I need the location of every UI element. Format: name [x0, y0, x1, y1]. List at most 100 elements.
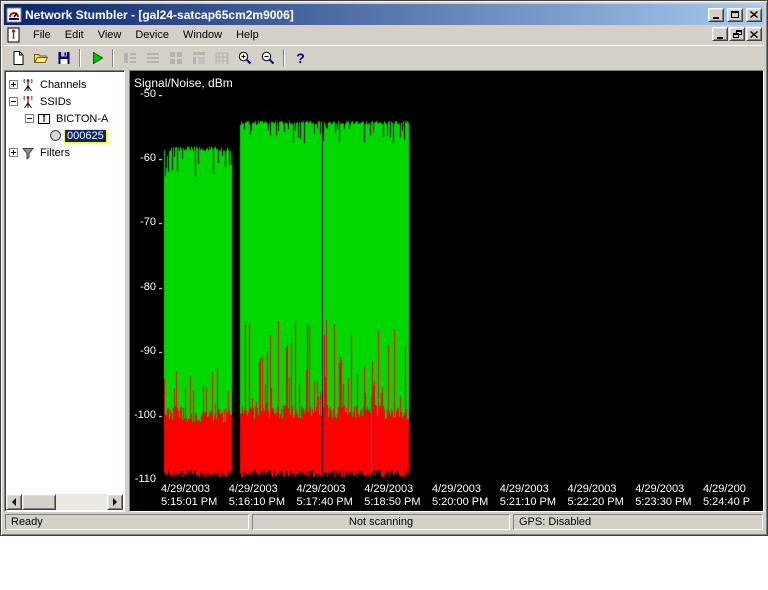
- tree-item-label: Filters: [40, 146, 70, 159]
- tree-item-label: BICTON-A: [56, 112, 109, 125]
- antenna-icon: [21, 95, 35, 109]
- scroll-left-button[interactable]: [6, 494, 22, 510]
- mdi-close-button[interactable]: [746, 27, 762, 41]
- antenna-icon: [21, 78, 35, 92]
- app-icon: [6, 7, 22, 23]
- right-arrow-icon: [113, 498, 121, 506]
- zoom-in-icon: [238, 51, 251, 65]
- expand-plus-icon[interactable]: [9, 148, 18, 157]
- scroll-right-button[interactable]: [107, 494, 123, 510]
- open-file-button[interactable]: [29, 47, 52, 69]
- mdi-restore-icon: [732, 30, 742, 38]
- mdi-window-controls: [712, 27, 762, 41]
- x-axis-tick-label: 4/29/2003 5:15:01 PM: [161, 483, 218, 508]
- view-option-2-icon: [146, 53, 159, 63]
- menu-help[interactable]: Help: [229, 27, 266, 43]
- tree-item-ssids[interactable]: SSIDs: [5, 93, 124, 110]
- save-file-icon: [58, 52, 69, 64]
- x-axis-tick-label: 4/29/2003 5:18:50 PM: [364, 483, 421, 508]
- tree-item-label: SSIDs: [40, 95, 72, 108]
- new-file-icon: [13, 51, 23, 65]
- new-file-button[interactable]: [6, 47, 29, 69]
- y-axis-tick-label: -100: [133, 408, 156, 421]
- filter-funnel-icon: [21, 146, 35, 160]
- left-arrow-icon: [8, 498, 16, 506]
- status-gps: GPS: Disabled: [513, 514, 763, 530]
- menu-device[interactable]: Device: [128, 27, 176, 43]
- y-axis-tick-label: -90: [140, 344, 156, 357]
- minimize-icon: [713, 17, 719, 19]
- y-axis-tick-label: -70: [140, 216, 156, 229]
- tree-item-filters[interactable]: Filters: [5, 144, 124, 161]
- expand-plus-icon[interactable]: [9, 80, 18, 89]
- menu-view[interactable]: View: [91, 27, 129, 43]
- collapse-minus-icon[interactable]: [9, 97, 18, 106]
- client-area: Channels SSIDs BICTON-A 000625 Filters S…: [4, 70, 764, 512]
- scan-button[interactable]: [85, 47, 108, 69]
- toolbar-separator: [112, 49, 114, 67]
- help-icon: ?: [296, 50, 305, 66]
- zoom-out-button[interactable]: [256, 47, 279, 69]
- tree-item-ssid-bicton[interactable]: BICTON-A: [5, 110, 124, 127]
- x-axis-tick-label: 4/29/2003 5:20:00 PM: [432, 483, 489, 508]
- signal-chart-panel: Signal/Noise, dBm -50 -60 -70 -80 -90 -100 -11…: [129, 70, 764, 512]
- view-option-1-button[interactable]: [118, 47, 141, 69]
- close-icon: [750, 11, 758, 18]
- menu-file[interactable]: File: [26, 27, 58, 43]
- y-axis-tick-label: -110: [134, 473, 156, 485]
- horizontal-scrollbar[interactable]: [6, 494, 123, 510]
- y-axis-tick-label: -80: [140, 280, 156, 293]
- mdi-minimize-button[interactable]: [712, 27, 728, 41]
- maximize-button[interactable]: [727, 7, 743, 22]
- view-option-3-button[interactable]: [164, 47, 187, 69]
- mdi-close-icon: [750, 30, 758, 38]
- grid-view-icon: [215, 52, 228, 64]
- collapse-minus-icon[interactable]: [25, 114, 34, 123]
- network-stumbler-window: Network Stumbler - [gal24-satcap65cm2m90…: [0, 0, 768, 536]
- window-title: Network Stumbler - [gal24-satcap65cm2m90…: [25, 7, 294, 22]
- scrollbar-thumb[interactable]: [22, 494, 56, 510]
- x-axis-tick-label: 4/29/2003 5:16:10 PM: [228, 483, 286, 508]
- signal-noise-chart: [159, 95, 763, 480]
- minimize-button[interactable]: [708, 7, 724, 22]
- x-axis-tick-label: 4/29/200 5:24:40 P: [703, 483, 751, 508]
- view-option-4-icon: [192, 52, 205, 64]
- mdi-restore-button[interactable]: [729, 27, 745, 41]
- status-scanning: Not scanning: [252, 514, 510, 530]
- zoom-out-icon: [261, 51, 274, 65]
- view-option-2-button[interactable]: [141, 47, 164, 69]
- view-option-1-icon: [123, 53, 136, 63]
- x-axis-tick-label: 4/29/2003 5:23:30 PM: [635, 483, 692, 508]
- scan-play-icon: [92, 51, 103, 65]
- save-file-button[interactable]: [52, 47, 75, 69]
- toolbar: ?: [4, 45, 764, 70]
- view-option-3-icon: [169, 52, 182, 64]
- status-ready: Ready: [5, 514, 249, 530]
- open-file-icon: [33, 54, 48, 63]
- menu-bar: File Edit View Device Window Help: [4, 25, 764, 45]
- maximize-icon: [731, 11, 739, 18]
- x-axis-tick-label: 4/29/2003 5:22:20 PM: [567, 483, 624, 508]
- grid-view-button[interactable]: [210, 47, 233, 69]
- ap-circle-icon: [49, 129, 62, 142]
- tree-item-label-selected: 000625: [64, 128, 107, 143]
- x-axis-tick-label: 4/29/2003 5:17:40 PM: [296, 483, 353, 508]
- toolbar-separator: [79, 49, 81, 67]
- tree-item-label: Channels: [40, 78, 87, 91]
- tree-item-channels[interactable]: Channels: [5, 76, 124, 93]
- x-axis-tick-label: 4/29/2003 5:21:10 PM: [499, 483, 557, 508]
- tree-item-mac[interactable]: 000625: [5, 127, 124, 144]
- menu-window[interactable]: Window: [176, 27, 229, 43]
- ssid-icon: [37, 112, 51, 126]
- mdi-minimize-icon: [717, 36, 723, 39]
- navigation-tree: Channels SSIDs BICTON-A 000625 Filters: [4, 70, 125, 512]
- view-option-4-button[interactable]: [187, 47, 210, 69]
- document-icon[interactable]: [6, 27, 22, 43]
- y-axis-tick-label: -50: [140, 88, 156, 100]
- menu-edit[interactable]: Edit: [58, 27, 91, 43]
- zoom-in-button[interactable]: [233, 47, 256, 69]
- title-bar[interactable]: Network Stumbler - [gal24-satcap65cm2m90…: [4, 4, 764, 25]
- close-button[interactable]: [746, 7, 762, 22]
- help-button[interactable]: ?: [289, 47, 312, 69]
- y-axis-tick-label: -60: [140, 152, 156, 165]
